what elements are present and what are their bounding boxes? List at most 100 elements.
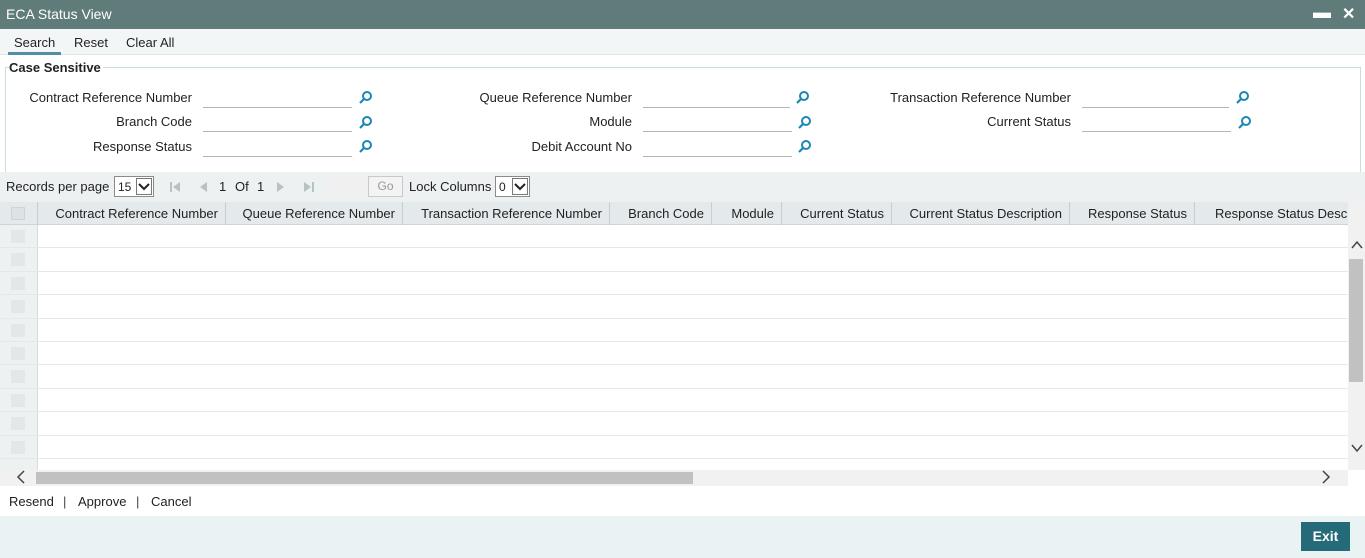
col-contract-ref[interactable]: Contract Reference Number xyxy=(38,202,226,225)
col-module[interactable]: Module xyxy=(712,202,782,225)
goto-page-input[interactable] xyxy=(328,178,366,196)
go-button[interactable]: Go xyxy=(368,176,403,197)
current-status-input[interactable] xyxy=(1082,112,1231,132)
footer: Exit xyxy=(0,516,1365,558)
row-checkbox[interactable] xyxy=(11,393,25,407)
queue-ref-label: Queue Reference Number xyxy=(479,90,632,105)
previous-page-icon[interactable] xyxy=(197,181,209,193)
records-per-page-value: 15 xyxy=(118,180,132,194)
debit-account-label: Debit Account No xyxy=(531,139,632,154)
clear-all-button[interactable]: Clear All xyxy=(126,35,174,50)
scroll-right-icon[interactable] xyxy=(1322,470,1331,487)
response-status-label: Response Status xyxy=(92,139,192,154)
records-per-page-label: Records per page xyxy=(6,179,110,194)
grid-header: Contract Reference Number Queue Referenc… xyxy=(0,202,1348,225)
last-page-icon[interactable] xyxy=(303,181,315,193)
branch-code-label: Branch Code xyxy=(116,114,192,129)
contract-ref-input[interactable] xyxy=(203,88,352,108)
approve-button[interactable]: Approve xyxy=(78,494,126,509)
debit-account-input[interactable] xyxy=(643,137,792,157)
search-tab[interactable]: Search xyxy=(8,35,62,55)
cancel-button[interactable]: Cancel xyxy=(151,494,191,509)
next-page-icon[interactable] xyxy=(275,181,287,193)
queue-ref-input[interactable] xyxy=(643,88,790,108)
table-row[interactable] xyxy=(0,342,1348,366)
current-status-lookup-icon[interactable] xyxy=(1238,115,1252,129)
separator: | xyxy=(63,494,67,509)
current-page: 1 xyxy=(219,179,227,194)
row-checkbox[interactable] xyxy=(11,370,25,384)
chevron-down-icon xyxy=(512,178,528,195)
vertical-scrollbar[interactable] xyxy=(1348,202,1365,470)
scroll-up-icon[interactable] xyxy=(1351,238,1363,252)
table-row[interactable] xyxy=(0,319,1348,342)
contract-ref-label: Contract Reference Number xyxy=(29,90,192,105)
row-checkbox[interactable] xyxy=(11,230,25,243)
table-row[interactable] xyxy=(0,225,1348,249)
debit-account-lookup-icon[interactable] xyxy=(798,139,812,153)
resend-button[interactable]: Resend xyxy=(9,494,54,509)
title-bar: ECA Status View ▬ ✕ xyxy=(0,0,1365,29)
col-response-status[interactable]: Response Status xyxy=(1070,202,1195,225)
row-checkbox[interactable] xyxy=(11,253,25,267)
module-input[interactable] xyxy=(643,112,792,132)
records-per-page-select[interactable]: 15 xyxy=(114,176,154,197)
row-checkbox[interactable] xyxy=(11,323,25,337)
col-branch-code[interactable]: Branch Code xyxy=(610,202,712,225)
row-checkbox[interactable] xyxy=(11,276,25,290)
select-all-header xyxy=(0,202,38,225)
row-checkbox[interactable] xyxy=(11,300,25,314)
horizontal-scroll-thumb[interactable] xyxy=(36,472,693,484)
col-current-status-desc[interactable]: Current Status Description xyxy=(892,202,1070,225)
close-icon[interactable]: ✕ xyxy=(1342,4,1355,24)
branch-code-input[interactable] xyxy=(203,112,352,132)
lock-columns-select[interactable]: 0 xyxy=(495,176,530,197)
reset-button[interactable]: Reset xyxy=(74,35,108,50)
col-response-status-desc[interactable]: Response Status Description xyxy=(1195,202,1348,225)
table-row[interactable] xyxy=(0,365,1348,389)
case-sensitive-legend: Case Sensitive xyxy=(9,60,103,75)
table-row[interactable] xyxy=(0,412,1348,436)
select-all-checkbox[interactable] xyxy=(11,207,25,220)
col-txn-ref[interactable]: Transaction Reference Number xyxy=(403,202,610,225)
vertical-scroll-thumb[interactable] xyxy=(1349,259,1363,382)
lock-columns-value: 0 xyxy=(499,180,506,194)
chevron-down-icon xyxy=(136,178,152,195)
first-page-icon[interactable] xyxy=(169,181,181,193)
search-toolbar: Search Reset Clear All xyxy=(0,29,1365,55)
contract-ref-lookup-icon[interactable] xyxy=(359,90,373,104)
table-row[interactable] xyxy=(0,295,1348,319)
action-bar: Resend | Approve | Cancel xyxy=(0,486,1365,516)
table-row[interactable] xyxy=(0,436,1348,459)
queue-ref-lookup-icon[interactable] xyxy=(796,90,810,104)
row-checkbox[interactable] xyxy=(11,417,25,431)
results-grid: Contract Reference Number Queue Referenc… xyxy=(0,202,1348,470)
module-label: Module xyxy=(589,114,632,129)
current-status-label: Current Status xyxy=(987,114,1071,129)
lock-columns-label: Lock Columns xyxy=(409,179,492,194)
module-lookup-icon[interactable] xyxy=(798,115,812,129)
table-row[interactable] xyxy=(0,272,1348,296)
row-checkbox[interactable] xyxy=(11,347,25,360)
branch-code-lookup-icon[interactable] xyxy=(359,115,373,129)
horizontal-scrollbar[interactable] xyxy=(0,470,1348,486)
total-pages: 1 xyxy=(257,179,265,194)
txn-ref-input[interactable] xyxy=(1082,88,1229,108)
table-row[interactable] xyxy=(0,248,1348,272)
row-checkbox[interactable] xyxy=(11,440,25,454)
table-row[interactable] xyxy=(0,389,1348,413)
exit-button[interactable]: Exit xyxy=(1301,522,1350,551)
col-current-status[interactable]: Current Status xyxy=(782,202,892,225)
txn-ref-label: Transaction Reference Number xyxy=(890,90,1071,105)
response-status-input[interactable] xyxy=(203,137,352,157)
scroll-down-icon[interactable] xyxy=(1351,442,1363,456)
of-label: Of xyxy=(235,179,249,194)
scroll-left-icon[interactable] xyxy=(16,470,25,487)
txn-ref-lookup-icon[interactable] xyxy=(1236,90,1250,104)
window-title: ECA Status View xyxy=(6,6,112,22)
response-status-lookup-icon[interactable] xyxy=(359,139,373,153)
pagination-bar: Records per page 15 1 Of 1 Go Lock Colum… xyxy=(0,172,1365,202)
minimize-icon[interactable]: ▬ xyxy=(1313,2,1331,23)
separator: | xyxy=(136,494,140,509)
col-queue-ref[interactable]: Queue Reference Number xyxy=(226,202,403,225)
